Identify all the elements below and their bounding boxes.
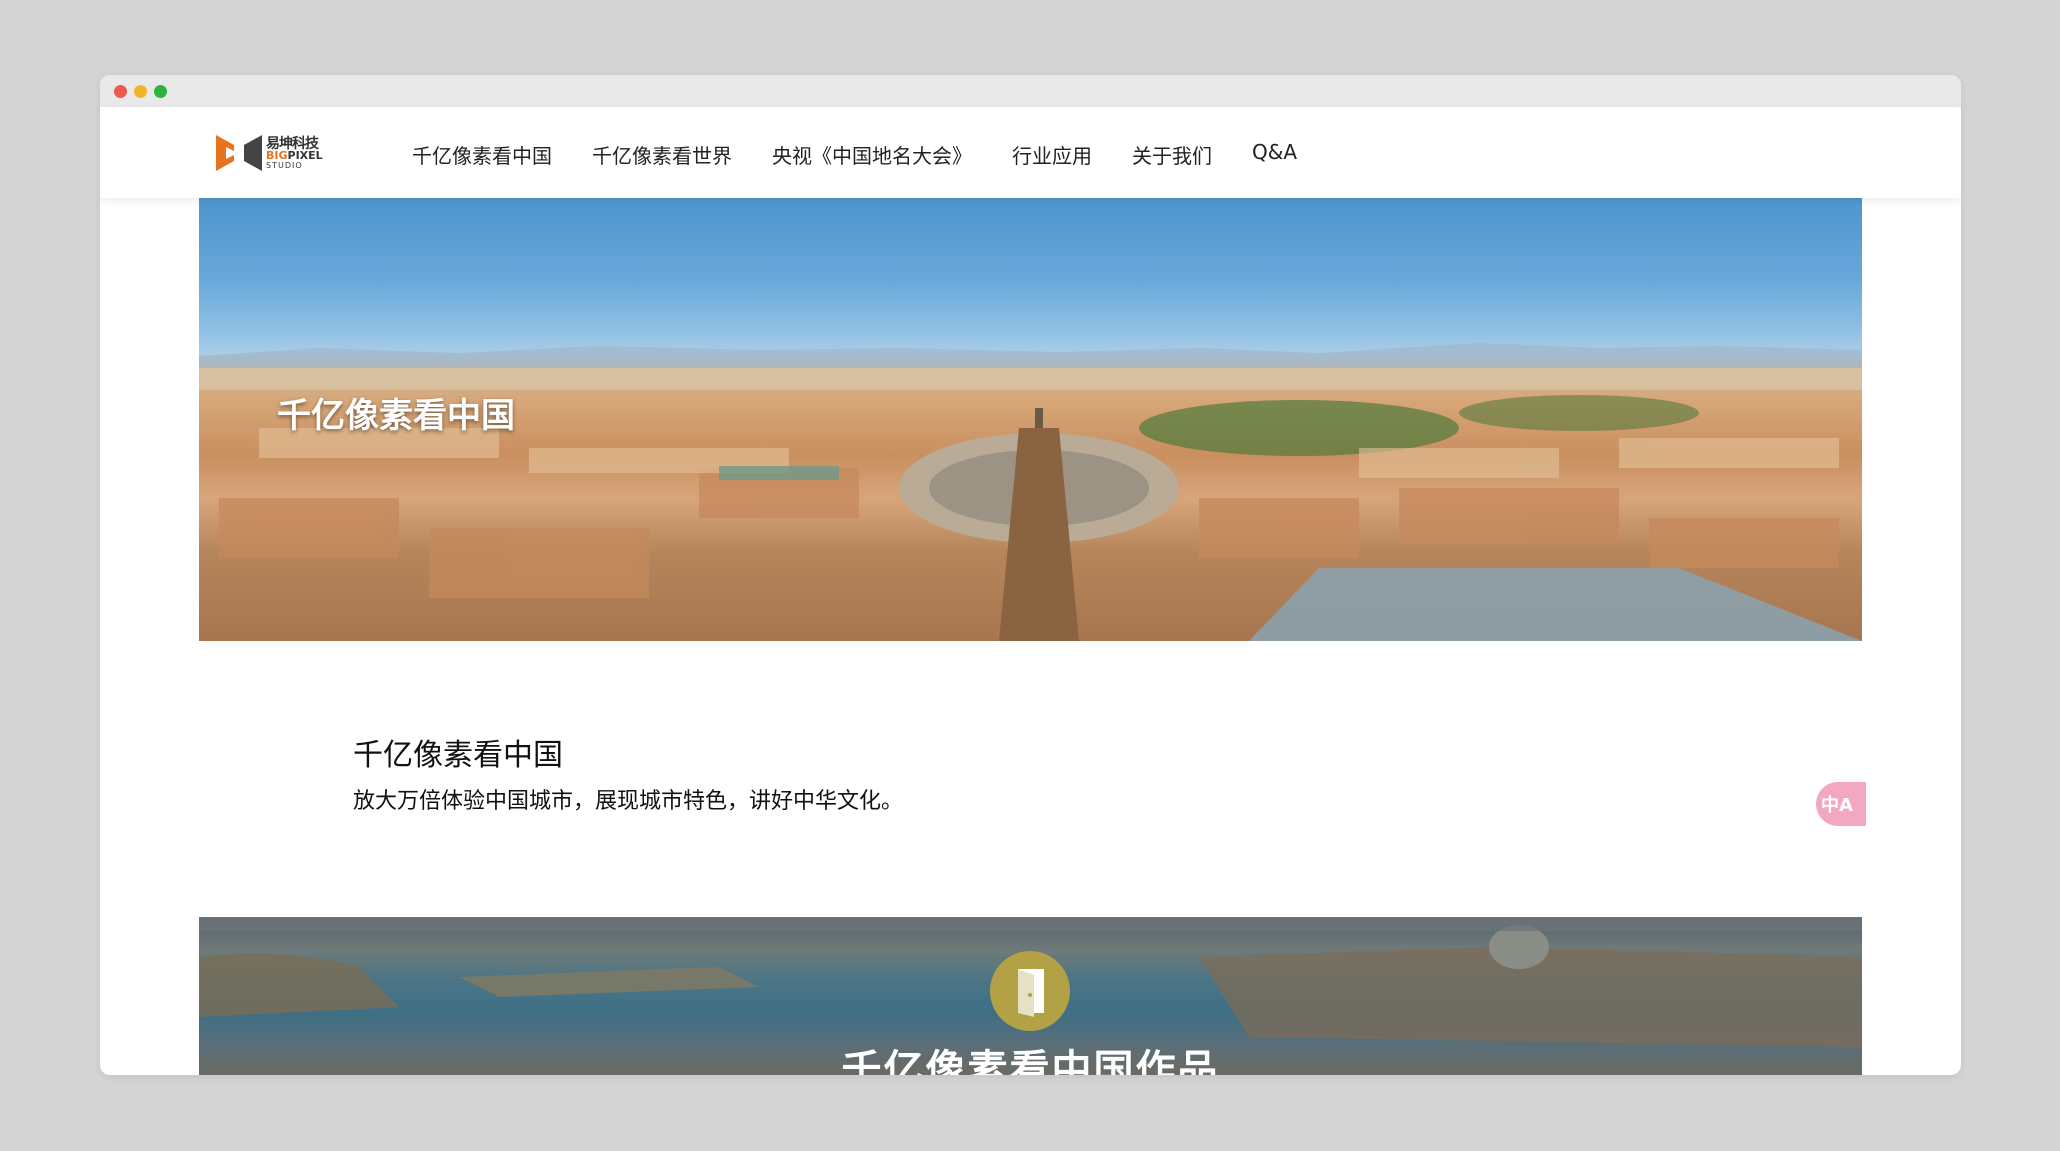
works-banner[interactable]: 千亿像素看中国作品 xyxy=(199,917,1862,1075)
nav-item-cctv-show[interactable]: 央视《中国地名大会》 xyxy=(772,140,972,169)
section-description: 放大万倍体验中国城市，展现城市特色，讲好中华文化。 xyxy=(353,789,904,814)
translate-button[interactable]: 中A xyxy=(1816,782,1866,826)
translate-icon: 中A xyxy=(1821,795,1853,816)
close-window-button[interactable] xyxy=(114,85,127,98)
nav-item-view-china[interactable]: 千亿像素看中国 xyxy=(412,140,552,169)
browser-window: 易坤科技 BIGPIXEL STUDIO 千亿像素看中国 千亿像素看世界 央视《… xyxy=(100,75,1961,1075)
hero-title: 千亿像素看中国 xyxy=(277,396,515,436)
nav-item-qa[interactable]: Q&A xyxy=(1252,140,1297,164)
title-bar xyxy=(100,75,1961,107)
nav-item-industry[interactable]: 行业应用 xyxy=(1012,140,1092,169)
minimize-window-button[interactable] xyxy=(134,85,147,98)
top-navbar: 易坤科技 BIGPIXEL STUDIO 千亿像素看中国 千亿像素看世界 央视《… xyxy=(100,107,1961,198)
door-icon xyxy=(990,951,1070,1031)
maximize-window-button[interactable] xyxy=(154,85,167,98)
logo-mark-icon xyxy=(216,135,262,171)
hero-banner[interactable]: 千亿像素看中国 xyxy=(199,198,1862,641)
site-logo[interactable]: 易坤科技 BIGPIXEL STUDIO xyxy=(216,133,331,173)
nav-item-view-world[interactable]: 千亿像素看世界 xyxy=(592,140,732,169)
nav-item-about[interactable]: 关于我们 xyxy=(1132,140,1212,169)
works-banner-title: 千亿像素看中国作品 xyxy=(841,1047,1220,1075)
section-title: 千亿像素看中国 xyxy=(353,738,563,773)
logo-text-studio: STUDIO xyxy=(266,161,303,170)
